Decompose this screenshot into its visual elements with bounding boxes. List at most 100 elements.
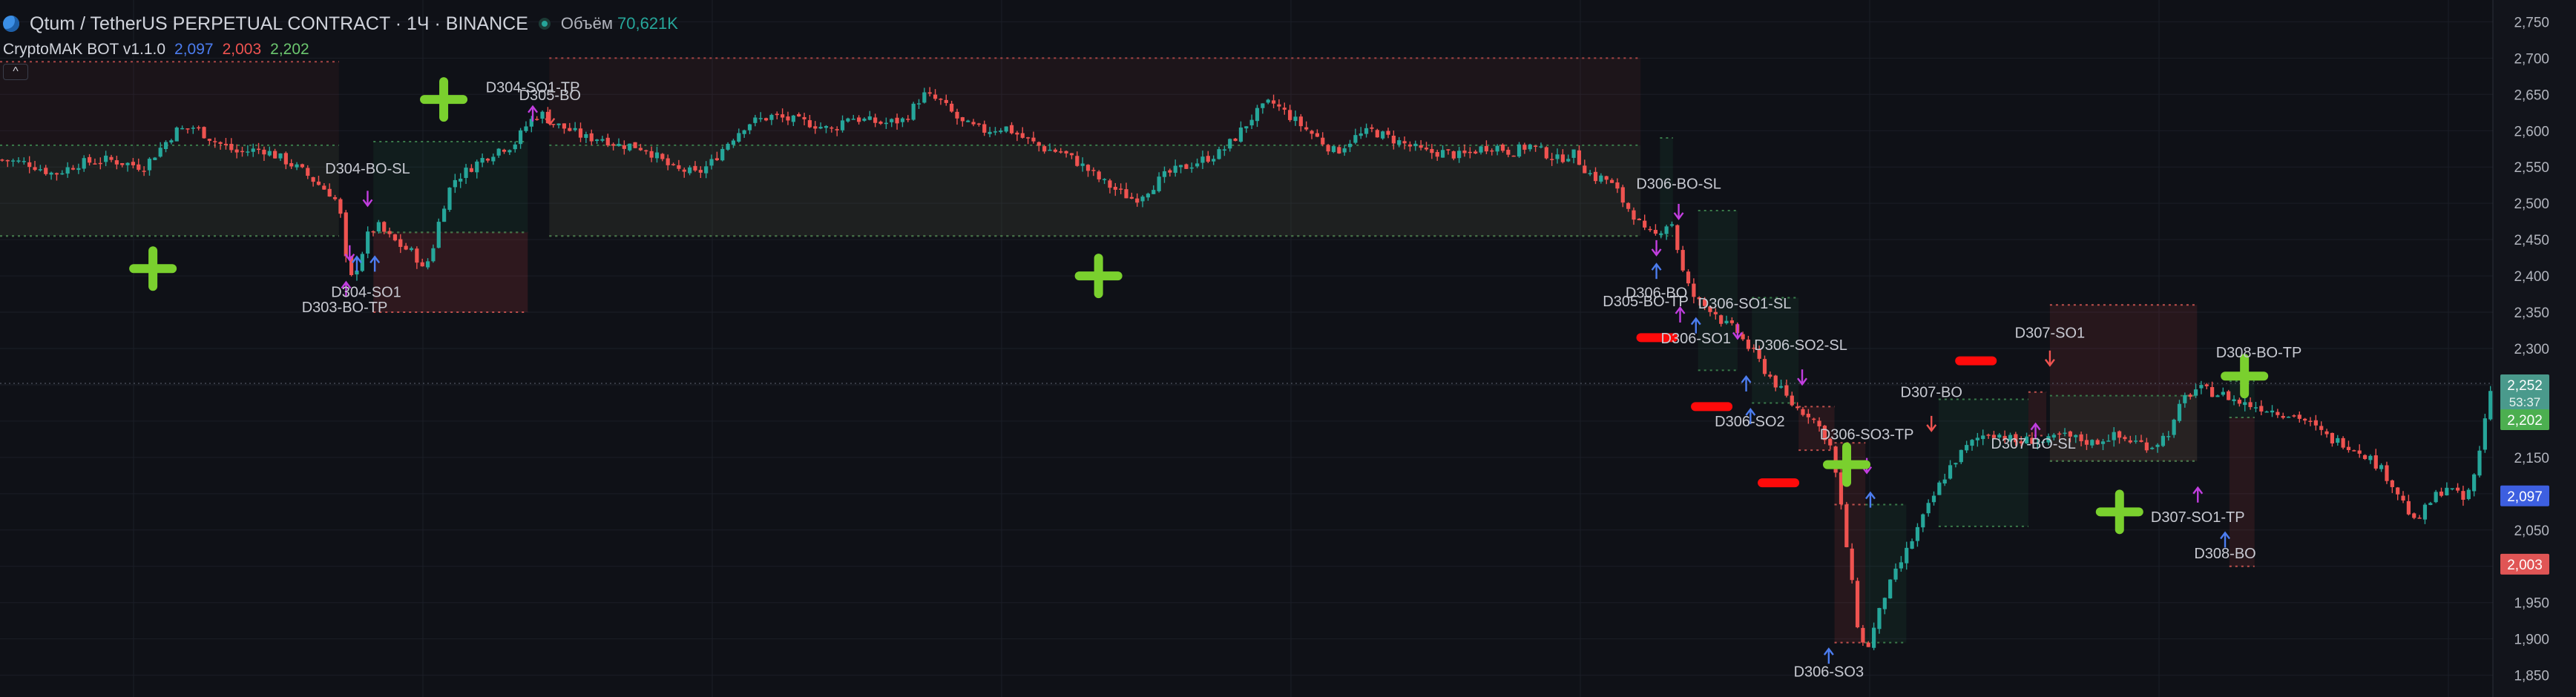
candle-body: [2445, 487, 2449, 496]
candle-body: [197, 127, 201, 129]
candle-body: [475, 161, 479, 173]
candle-body: [1391, 135, 1396, 144]
candle-body: [688, 167, 692, 174]
candle-body: [1921, 514, 1925, 528]
candle-body: [404, 245, 408, 250]
candle-body: [1233, 138, 1238, 142]
candle-body: [120, 163, 125, 165]
candle-body: [2417, 518, 2422, 519]
candle-body: [2084, 440, 2089, 445]
candle-body: [617, 144, 621, 146]
candle-body: [1981, 435, 1985, 440]
y-tick-label: 1,950: [2514, 596, 2549, 612]
candle-body: [2412, 513, 2416, 518]
candle-body: [2346, 446, 2351, 450]
candle-body: [1643, 220, 1647, 228]
candle-body: [846, 118, 850, 122]
candle-body: [2422, 504, 2428, 520]
candle-body: [1746, 339, 1751, 349]
candle-body: [2123, 437, 2127, 440]
candle-body: [693, 165, 697, 171]
candle-body: [1228, 139, 1232, 149]
candle-body: [2161, 435, 2166, 446]
candle-body: [633, 142, 637, 148]
candle-body: [2434, 492, 2438, 503]
candle-body: [1009, 125, 1014, 133]
candle-body: [927, 92, 932, 94]
candle-body: [16, 160, 21, 162]
candle-body: [442, 208, 447, 222]
candle-body: [104, 155, 108, 162]
candle-body: [2139, 440, 2143, 442]
candle-body: [1473, 151, 1478, 153]
candle-body: [70, 168, 76, 170]
candle-body: [60, 173, 65, 175]
candlestick-chart[interactable]: D304-BO-SLD304-SO1D303-BO-TPD304-SO1-TPD…: [0, 0, 2576, 697]
candle-body: [1321, 137, 1325, 145]
y-tick-label: 2,700: [2514, 51, 2549, 67]
indicator-name[interactable]: CryptoMAK BOT v1.1.0: [3, 41, 165, 59]
market-status-dot-icon: [538, 18, 551, 30]
candle-body: [1577, 150, 1582, 165]
candle-body: [2155, 444, 2160, 447]
candle-body: [273, 151, 277, 159]
candle-body: [1080, 163, 1085, 166]
candle-body: [2177, 403, 2182, 421]
candle-body: [93, 163, 97, 165]
candle-body: [720, 148, 725, 161]
candle-body: [1762, 359, 1767, 374]
legend-collapse-button[interactable]: ^: [3, 64, 28, 80]
trade-label: D303-BO-TP: [302, 300, 388, 316]
trade-label: D308-BO-TP: [2216, 345, 2302, 361]
candle-body: [464, 168, 468, 178]
candle-body: [2204, 384, 2209, 386]
candle-body: [982, 124, 987, 133]
candle-body: [2472, 474, 2477, 492]
candle-body: [1212, 159, 1216, 162]
candle-body: [1719, 315, 1724, 324]
candle-body: [2057, 433, 2062, 435]
candle-body: [185, 128, 190, 130]
candle-body: [797, 113, 801, 117]
candle-body: [415, 248, 419, 263]
trading-chart[interactable]: D304-BO-SL D304-SO1 D303-BO-TP D304-SO1-TP D…: [0, 0, 2576, 697]
candle-body: [573, 128, 577, 131]
candle-body: [1550, 159, 1554, 160]
candle-body: [731, 140, 736, 145]
candle-body: [2396, 487, 2400, 495]
candle-body: [1244, 126, 1249, 129]
candle-body: [2385, 465, 2389, 481]
candle-body: [2292, 415, 2296, 417]
trade-label: D304-BO-SL: [325, 161, 410, 177]
candle-body: [2210, 387, 2215, 397]
candle-body: [1381, 131, 1385, 139]
candle-body: [2227, 391, 2231, 400]
candle-body: [1282, 108, 1287, 110]
candle-body: [2466, 489, 2471, 500]
candle-body: [2461, 491, 2465, 501]
candle-body: [1905, 547, 1909, 564]
candle-body: [1975, 437, 1979, 440]
candle-body: [2248, 402, 2253, 407]
candle-body: [1358, 133, 1363, 136]
candle-body: [327, 188, 332, 197]
symbol-title[interactable]: Qtum / TetherUS PERPETUAL CONTRACT · 1Ч …: [30, 13, 528, 35]
candle-body: [2379, 465, 2384, 469]
candle-body: [1059, 151, 1063, 153]
candle-body: [469, 168, 474, 172]
candle-body: [392, 234, 398, 241]
candle-body: [2100, 441, 2106, 444]
candle-body: [911, 103, 916, 120]
candle-body: [507, 150, 512, 153]
candle-body: [1910, 541, 1914, 549]
indicator-legend[interactable]: CryptoMAK BOT v1.1.0 2,097 2,003 2,202: [3, 39, 309, 61]
candle-body: [1119, 188, 1123, 190]
candle-body: [704, 166, 709, 174]
candle-body: [311, 176, 315, 182]
candle-body: [295, 164, 299, 168]
candle-body: [1926, 503, 1931, 514]
candle-body: [649, 151, 654, 158]
candle-body: [420, 262, 424, 267]
candle-body: [207, 139, 211, 141]
y-tick-label: 2,450: [2514, 233, 2549, 248]
